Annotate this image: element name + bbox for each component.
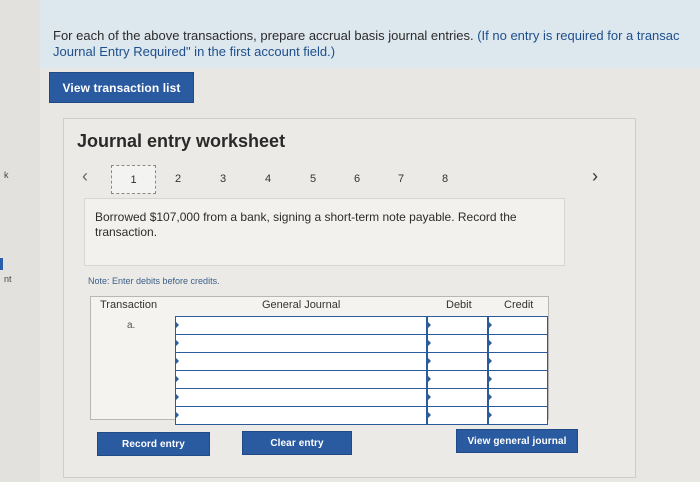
instructions: For each of the above transactions, prep…	[53, 28, 700, 60]
left-edge-panel	[0, 0, 40, 482]
cell-caret-icon	[428, 412, 431, 418]
account-input[interactable]	[175, 388, 427, 407]
cell-caret-icon	[489, 340, 492, 346]
chevron-left-icon[interactable]: ‹	[82, 166, 88, 187]
worksheet-title: Journal entry worksheet	[77, 131, 286, 151]
cell-caret-icon	[428, 322, 431, 328]
transaction-description: Borrowed $107,000 from a bank, signing a…	[95, 210, 517, 239]
header-general-journal: General Journal	[262, 299, 341, 311]
cell-caret-icon	[176, 394, 179, 400]
debit-input[interactable]	[427, 316, 488, 335]
instructions-parenthetical: (If no entry is required for a transac	[477, 28, 680, 43]
cell-caret-icon	[489, 322, 492, 328]
left-edge-indicator	[0, 258, 3, 270]
account-input[interactable]	[175, 406, 427, 425]
step-label: 1	[130, 173, 137, 186]
debit-input[interactable]	[427, 406, 488, 425]
step-tab-6[interactable]: 6	[354, 173, 360, 185]
cell-caret-icon	[489, 394, 492, 400]
debit-credit-note: Note: Enter debits before credits.	[88, 276, 220, 286]
cell-caret-icon	[176, 358, 179, 364]
credit-input[interactable]	[488, 316, 548, 335]
clear-entry-button[interactable]: Clear entry	[242, 431, 352, 455]
left-edge-text-top: k	[4, 170, 9, 180]
cell-caret-icon	[428, 358, 431, 364]
step-tab-8[interactable]: 8	[442, 173, 448, 185]
step-tab-1[interactable]: 1	[111, 165, 156, 194]
debit-input[interactable]	[427, 388, 488, 407]
debit-input[interactable]	[427, 334, 488, 353]
cell-caret-icon	[489, 412, 492, 418]
cell-caret-icon	[176, 322, 179, 328]
account-input[interactable]	[175, 370, 427, 389]
record-entry-button[interactable]: Record entry	[97, 432, 210, 456]
left-edge-text-bottom: nt	[4, 274, 12, 284]
chevron-right-icon[interactable]: ›	[592, 166, 598, 187]
credit-input[interactable]	[488, 406, 548, 425]
credit-input[interactable]	[488, 388, 548, 407]
header-debit: Debit	[446, 299, 472, 311]
account-input[interactable]	[175, 316, 427, 335]
header-transaction: Transaction	[100, 299, 158, 311]
cell-caret-icon	[176, 340, 179, 346]
cell-caret-icon	[176, 412, 179, 418]
transaction-cell: a.	[127, 320, 136, 331]
cell-caret-icon	[176, 376, 179, 382]
step-tab-4[interactable]: 4	[265, 173, 271, 185]
step-tab-5[interactable]: 5	[310, 173, 316, 185]
step-tab-3[interactable]: 3	[220, 173, 226, 185]
step-tab-2[interactable]: 2	[175, 173, 181, 185]
credit-input[interactable]	[488, 352, 548, 371]
debit-input[interactable]	[427, 352, 488, 371]
account-input[interactable]	[175, 334, 427, 353]
header-credit: Credit	[504, 299, 534, 311]
cell-caret-icon	[428, 376, 431, 382]
view-transaction-list-button[interactable]: View transaction list	[49, 72, 194, 103]
account-input[interactable]	[175, 352, 427, 371]
credit-input[interactable]	[488, 370, 548, 389]
cell-caret-icon	[428, 394, 431, 400]
debit-input[interactable]	[427, 370, 488, 389]
instructions-main: For each of the above transactions, prep…	[53, 28, 474, 43]
instructions-line2: Journal Entry Required" in the first acc…	[53, 44, 336, 59]
view-general-journal-button[interactable]: View general journal	[456, 429, 578, 453]
credit-input[interactable]	[488, 334, 548, 353]
step-tab-7[interactable]: 7	[398, 173, 404, 185]
cell-caret-icon	[428, 340, 431, 346]
cell-caret-icon	[489, 376, 492, 382]
cell-caret-icon	[489, 358, 492, 364]
